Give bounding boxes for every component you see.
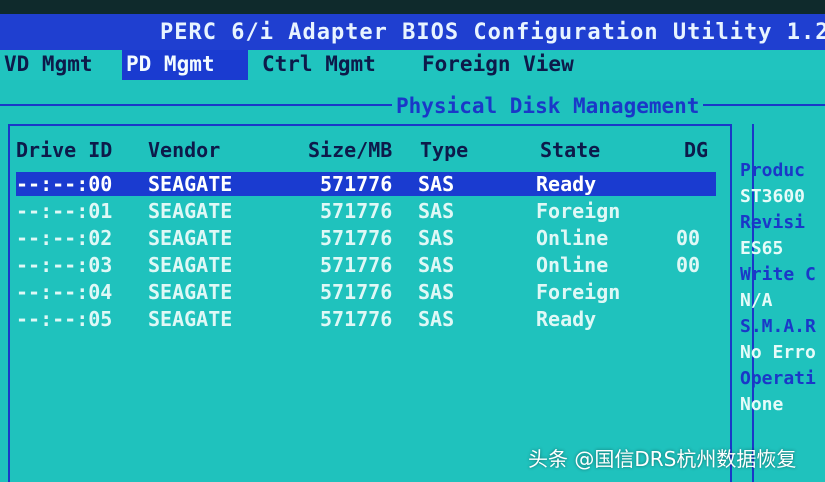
column-header-dg: DG <box>684 138 709 162</box>
column-header-type: Type <box>420 138 469 162</box>
size-cell: 571776 <box>320 199 393 223</box>
state-cell: Foreign <box>536 280 621 304</box>
section-title: Physical Disk Management <box>392 94 704 118</box>
product-label: Produc <box>740 160 806 181</box>
type-cell: SAS <box>418 307 455 331</box>
smart-value: No Erro <box>740 342 816 363</box>
disk-info-panel: Produc ST3600 Revisi ES65 Write C N/A S.… <box>740 150 825 482</box>
disk-row[interactable]: --:--:04 SEAGATE 571776 SAS Foreign <box>16 280 716 304</box>
physical-disk-list: Drive ID Vendor Size/MB Type State DG --… <box>8 136 730 482</box>
tab-foreign-view[interactable]: Foreign View <box>418 50 578 80</box>
drive-id-cell: --:--:00 <box>16 172 113 196</box>
column-header-state: State <box>540 138 601 162</box>
tab-vd-mgmt[interactable]: VD Mgmt <box>0 50 97 80</box>
size-cell: 571776 <box>320 226 393 250</box>
state-cell: Online <box>536 253 609 277</box>
smart-label: S.M.A.R <box>740 316 816 337</box>
watermark: 头条 @国信DRS杭州数据恢复 <box>528 447 797 471</box>
size-cell: 571776 <box>320 280 393 304</box>
tab-bar: VD Mgmt PD Mgmt Ctrl Mgmt Foreign View <box>0 50 825 80</box>
vendor-cell: SEAGATE <box>148 280 233 304</box>
vendor-cell: SEAGATE <box>148 199 233 223</box>
operation-label: Operati <box>740 368 816 389</box>
state-cell: Ready <box>536 172 597 196</box>
size-cell: 571776 <box>320 172 393 196</box>
revision-value: ES65 <box>740 238 784 259</box>
disk-row[interactable]: --:--:03 SEAGATE 571776 SAS Online 00 <box>16 253 716 277</box>
state-cell: Ready <box>536 307 597 331</box>
size-cell: 571776 <box>320 253 393 277</box>
drive-id-cell: --:--:05 <box>16 307 113 331</box>
type-cell: SAS <box>418 226 455 250</box>
app-title: PERC 6/i Adapter BIOS Configuration Util… <box>160 20 825 45</box>
tab-pd-mgmt[interactable]: PD Mgmt <box>122 50 248 80</box>
type-cell: SAS <box>418 280 455 304</box>
drive-id-cell: --:--:02 <box>16 226 113 250</box>
column-header-drive-id: Drive ID <box>16 138 113 162</box>
disk-row[interactable]: --:--:01 SEAGATE 571776 SAS Foreign <box>16 199 716 223</box>
column-header-size: Size/MB <box>308 138 393 162</box>
dg-cell: 00 <box>676 253 701 277</box>
vendor-cell: SEAGATE <box>148 307 233 331</box>
drive-id-cell: --:--:04 <box>16 280 113 304</box>
tab-ctrl-mgmt[interactable]: Ctrl Mgmt <box>258 50 380 80</box>
disk-row[interactable]: --:--:00 SEAGATE 571776 SAS Ready <box>16 172 716 196</box>
title-bar: PERC 6/i Adapter BIOS Configuration Util… <box>0 14 825 50</box>
drive-id-cell: --:--:01 <box>16 199 113 223</box>
vendor-cell: SEAGATE <box>148 172 233 196</box>
column-header-vendor: Vendor <box>148 138 221 162</box>
operation-value: None <box>740 394 784 415</box>
write-cache-label: Write C <box>740 264 816 285</box>
screen-bezel <box>0 0 825 14</box>
size-cell: 571776 <box>320 307 393 331</box>
state-cell: Foreign <box>536 199 621 223</box>
product-value: ST3600 <box>740 186 806 207</box>
type-cell: SAS <box>418 253 455 277</box>
type-cell: SAS <box>418 172 455 196</box>
dg-cell: 00 <box>676 226 701 250</box>
vendor-cell: SEAGATE <box>148 226 233 250</box>
state-cell: Online <box>536 226 609 250</box>
drive-id-cell: --:--:03 <box>16 253 113 277</box>
type-cell: SAS <box>418 199 455 223</box>
disk-row[interactable]: --:--:05 SEAGATE 571776 SAS Ready <box>16 307 716 331</box>
list-right-line <box>730 124 732 482</box>
write-cache-value: N/A <box>740 290 773 311</box>
list-top-line <box>8 124 730 126</box>
disk-row[interactable]: --:--:02 SEAGATE 571776 SAS Online 00 <box>16 226 716 250</box>
revision-label: Revisi <box>740 212 806 233</box>
vendor-cell: SEAGATE <box>148 253 233 277</box>
